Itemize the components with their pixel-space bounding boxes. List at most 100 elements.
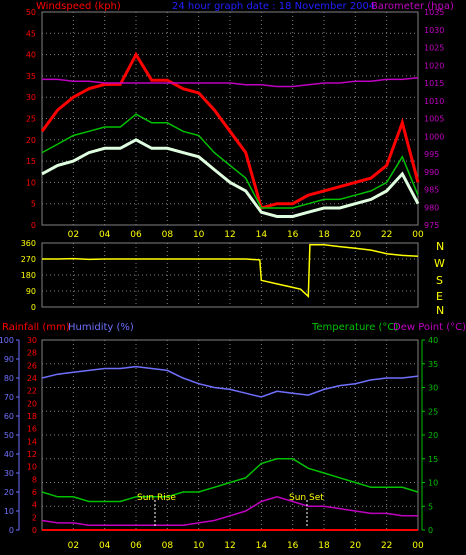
windspeed-tick-label: 0 xyxy=(31,221,36,230)
rainfall-tick-label: 22 xyxy=(27,387,37,396)
windspeed-tick-label: 15 xyxy=(26,157,36,166)
x-tick-label: 02 xyxy=(68,541,79,551)
rainfall-tick-label: 16 xyxy=(27,425,37,434)
humidity-tick-label: 20 xyxy=(4,488,14,497)
x-tick-label: 04 xyxy=(99,230,111,240)
barometer-tick-label: 975 xyxy=(424,221,439,230)
temperature-tick-label: 20 xyxy=(428,431,438,440)
temperature-tick-label: 40 xyxy=(428,336,438,345)
barometer-tick-label: 1020 xyxy=(424,61,444,70)
windspeed-tick-label: 10 xyxy=(26,178,36,187)
sunset-label: Sun Set xyxy=(289,493,324,503)
windspeed-tick-label: 5 xyxy=(31,200,36,209)
barometer-tick-label: 1000 xyxy=(424,132,444,141)
x-tick-label: 12 xyxy=(224,230,235,240)
dir-label-w: W xyxy=(434,257,445,270)
rainfall-tick-label: 14 xyxy=(27,437,37,446)
x-tick-label: 22 xyxy=(381,230,392,240)
x-tick-label: 06 xyxy=(130,541,142,551)
rainfall-tick-label: 4 xyxy=(32,501,37,510)
temperature-tick-label: 30 xyxy=(428,384,438,393)
x-tick-label: 08 xyxy=(162,230,174,240)
rainfall-tick-label: 2 xyxy=(32,513,37,522)
graph-date-label: 24 hour graph date : 18 November 2004 xyxy=(172,1,375,12)
direction-tick-label: 360 xyxy=(21,239,36,248)
x-tick-label: 18 xyxy=(318,541,330,551)
rainfall-label: Rainfall (mm) xyxy=(2,322,70,333)
windspeed-tick-label: 20 xyxy=(26,136,36,145)
x-tick-label: 22 xyxy=(381,541,392,551)
barometer-tick-label: 985 xyxy=(424,186,439,195)
dir-label-s: S xyxy=(436,274,443,287)
dir-label-e: E xyxy=(436,290,443,303)
windspeed-tick-label: 25 xyxy=(26,115,36,124)
windspeed-tick-label: 35 xyxy=(26,72,36,81)
wind-direction-line xyxy=(42,244,419,298)
rainfall-tick-label: 8 xyxy=(32,475,37,484)
x-tick-label: 16 xyxy=(287,230,299,240)
humidity-tick-label: 90 xyxy=(4,355,14,364)
direction-tick-label: 0 xyxy=(31,303,36,312)
barometer-tick-label: 1010 xyxy=(424,97,444,106)
temperature-tick-label: 35 xyxy=(428,360,438,369)
temperature-tick-label: 25 xyxy=(428,407,438,416)
barometer-tick-label: 980 xyxy=(424,203,439,212)
windspeed-label: Windspeed (kph) xyxy=(36,1,121,12)
x-tick-label: 00 xyxy=(412,541,424,551)
weather-graph: Windspeed (kph) 24 hour graph date : 18 … xyxy=(0,0,466,555)
barometer-tick-label: 1030 xyxy=(424,26,444,35)
humidity-tick-label: 60 xyxy=(4,412,14,421)
humidity-tick-label: 80 xyxy=(4,374,14,383)
rainfall-tick-label: 20 xyxy=(27,399,37,408)
dir-label-n-top: N xyxy=(436,240,444,253)
barometer-tick-label: 1035 xyxy=(424,8,444,17)
x-tick-label: 08 xyxy=(162,541,174,551)
x-tick-label: 00 xyxy=(412,230,424,240)
windspeed-tick-label: 45 xyxy=(26,29,36,38)
humidity-label: Humidity (%) xyxy=(68,322,134,333)
humidity-tick-label: 70 xyxy=(4,393,14,402)
x-tick-label: 20 xyxy=(350,541,362,551)
x-tick-label: 18 xyxy=(318,230,330,240)
rainfall-tick-label: 6 xyxy=(32,488,37,497)
dewpoint-label: Dew Point (°C) xyxy=(393,322,466,333)
rainfall-tick-label: 30 xyxy=(27,336,37,345)
humidity-tick-label: 100 xyxy=(0,336,14,345)
windspeed-tick-label: 40 xyxy=(26,51,36,60)
direction-tick-label: 270 xyxy=(21,255,36,264)
windspeed-tick-label: 30 xyxy=(26,93,36,102)
temperature-label: Temperature (°C) xyxy=(311,322,398,333)
x-tick-label: 14 xyxy=(256,541,268,551)
rainfall-tick-label: 26 xyxy=(27,361,37,370)
x-tick-label: 12 xyxy=(224,541,235,551)
direction-tick-label: 90 xyxy=(26,287,36,296)
x-tick-label: 10 xyxy=(193,541,205,551)
rainfall-tick-label: 24 xyxy=(27,374,37,383)
x-tick-label: 10 xyxy=(193,230,205,240)
x-tick-label: 20 xyxy=(350,230,362,240)
temperature-tick-label: 15 xyxy=(428,455,438,464)
temperature-tick-label: 5 xyxy=(428,502,433,511)
x-tick-label: 06 xyxy=(130,230,142,240)
windspeed-tick-label: 50 xyxy=(26,8,36,17)
barometer-tick-label: 1015 xyxy=(424,79,444,88)
rainfall-tick-label: 12 xyxy=(27,450,37,459)
direction-tick-label: 180 xyxy=(21,271,36,280)
barometer-tick-label: 990 xyxy=(424,168,439,177)
dir-label-n-bottom: N xyxy=(436,304,444,317)
temperature-tick-label: 0 xyxy=(428,526,433,535)
temperature-tick-label: 10 xyxy=(428,479,438,488)
weather-chart-svg: Windspeed (kph) 24 hour graph date : 18 … xyxy=(0,1,466,551)
barometer-tick-label: 1025 xyxy=(424,44,444,53)
rainfall-tick-label: 10 xyxy=(27,463,37,472)
x-tick-label: 14 xyxy=(256,230,268,240)
rainfall-tick-label: 0 xyxy=(32,526,37,535)
humidity-tick-label: 50 xyxy=(4,431,14,440)
sunrise-label: Sun Rise xyxy=(137,493,176,503)
barometer-tick-label: 1005 xyxy=(424,115,444,124)
x-tick-label: 16 xyxy=(287,541,299,551)
rainfall-tick-label: 18 xyxy=(27,412,37,421)
humidity-tick-label: 40 xyxy=(4,450,14,459)
barometer-tick-label: 995 xyxy=(424,150,439,159)
x-tick-label: 04 xyxy=(99,541,111,551)
